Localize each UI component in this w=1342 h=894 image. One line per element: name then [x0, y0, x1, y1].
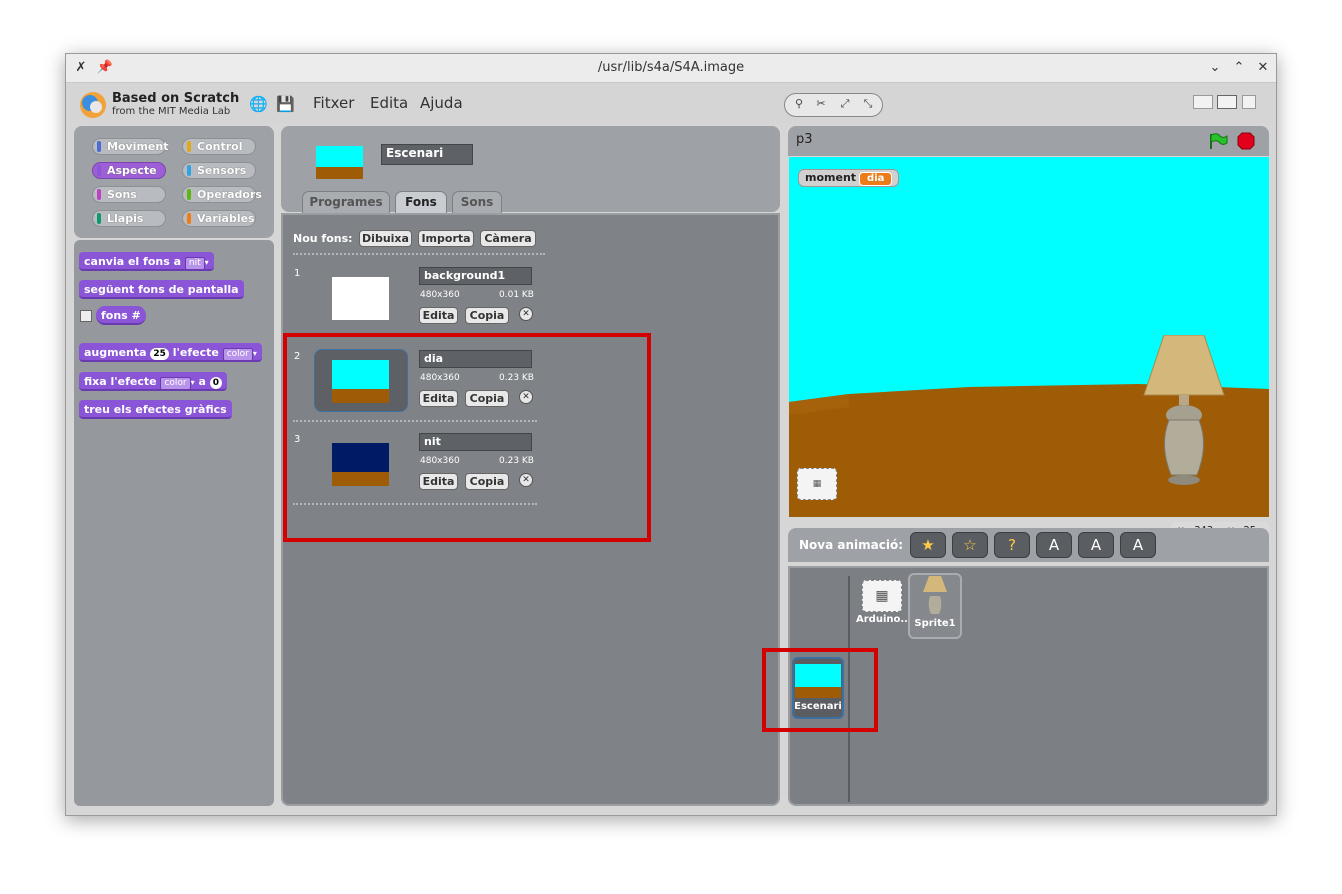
- category-looks[interactable]: Aspecte: [92, 162, 166, 179]
- background-number-checkbox[interactable]: [80, 310, 92, 322]
- sprite-tile-sprite1[interactable]: Sprite1: [908, 573, 962, 639]
- logo-title: Based on Scratch: [112, 91, 240, 106]
- block-background-number[interactable]: fons #: [96, 306, 146, 325]
- shrink-icon[interactable]: ⤡: [860, 97, 876, 113]
- s4a-window: ✗ 📌 /usr/lib/s4a/S4A.image ⌄ ⌃ ✕ Based o…: [65, 53, 1277, 816]
- new-sprite-label: Nova animació:: [799, 538, 904, 552]
- stop-icon[interactable]: [1237, 132, 1255, 150]
- save-icon[interactable]: 💾: [276, 95, 295, 113]
- arduino-sprite-icon[interactable]: ▦: [797, 468, 837, 500]
- presentation-icon[interactable]: [1242, 95, 1256, 109]
- block-clear-effects[interactable]: treu els efectes gràfics: [79, 400, 232, 419]
- paint-sprite-icon[interactable]: ★: [910, 532, 946, 558]
- variable-watcher[interactable]: moment dia: [798, 169, 900, 187]
- small-stage-icon[interactable]: [1193, 95, 1213, 109]
- costume-kb: 0.01 KB: [499, 290, 534, 300]
- category-panel: Moviment Control Aspecte Sensors Sons Op…: [74, 126, 274, 238]
- edit-mode-toolbar: ⚲ ✂ ⤢ ⤡: [784, 93, 883, 117]
- arduino-folder-icon[interactable]: A: [1120, 532, 1156, 558]
- category-pen[interactable]: Llapis: [92, 210, 166, 227]
- logo-subtitle: from the MIT Media Lab: [112, 106, 231, 117]
- object-thumbnail: [316, 146, 363, 179]
- stage-header: p3: [788, 126, 1269, 156]
- sprite-tile-arduino[interactable]: ▦ Arduino...: [856, 574, 912, 638]
- new-background-label: Nou fons:: [293, 232, 353, 245]
- window-title: /usr/lib/s4a/S4A.image: [597, 60, 745, 75]
- title-bar: ✗ 📌 /usr/lib/s4a/S4A.image ⌄ ⌃ ✕: [66, 54, 1276, 83]
- menu-help[interactable]: Ajuda: [420, 94, 463, 112]
- edit-button[interactable]: Edita: [419, 307, 458, 324]
- object-name-field[interactable]: Escenari: [381, 144, 473, 165]
- stage[interactable]: moment dia ▦: [789, 157, 1269, 517]
- choose-sprite-icon[interactable]: ☆: [952, 532, 988, 558]
- arduino-edit-icon[interactable]: A: [1078, 532, 1114, 558]
- close-icon[interactable]: ✕: [1254, 59, 1272, 77]
- random-sprite-icon[interactable]: ?: [994, 532, 1030, 558]
- category-operators[interactable]: Operadors: [182, 186, 262, 203]
- camera-button[interactable]: Càmera: [480, 230, 536, 247]
- green-flag-icon[interactable]: [1208, 132, 1228, 150]
- category-control[interactable]: Control: [182, 138, 256, 155]
- category-variables[interactable]: Variables: [182, 210, 256, 227]
- block-palette: canvia el fons a nit ▾ següent fons de pa…: [74, 240, 274, 806]
- arduino-board-icon[interactable]: A: [1036, 532, 1072, 558]
- globe-icon[interactable]: 🌐: [249, 95, 268, 113]
- duplicate-icon[interactable]: ⚲: [791, 97, 807, 113]
- lamp-icon: [923, 576, 947, 614]
- arduino-icon: ▦: [862, 580, 902, 612]
- s4a-logo-icon: [80, 92, 106, 118]
- copy-button[interactable]: Copia: [465, 307, 509, 324]
- block-change-effect[interactable]: augmenta 25 l'efecte color ▾: [79, 343, 262, 362]
- delete-icon[interactable]: ✕: [519, 307, 533, 321]
- tab-scripts[interactable]: Programes: [302, 191, 390, 213]
- cut-icon[interactable]: ✂: [813, 97, 829, 113]
- new-sprite-bar: Nova animació: ★ ☆ ? A A A: [788, 528, 1269, 562]
- costume-name-field[interactable]: background1: [419, 267, 532, 285]
- highlight-box: [762, 648, 878, 732]
- grow-icon[interactable]: ⤢: [837, 97, 853, 113]
- minimize-icon[interactable]: ⌄: [1206, 59, 1224, 77]
- block-set-effect[interactable]: fixa l'efecte color ▾ a 0: [79, 372, 228, 391]
- normal-stage-icon[interactable]: [1217, 95, 1237, 109]
- block-switch-background[interactable]: canvia el fons a nit ▾: [79, 252, 214, 271]
- maximize-icon[interactable]: ⌃: [1230, 59, 1248, 77]
- project-name: p3: [796, 132, 813, 147]
- category-sound[interactable]: Sons: [92, 186, 166, 203]
- costume-size: 480x360: [420, 290, 460, 300]
- tab-sounds[interactable]: Sons: [452, 191, 502, 213]
- divider: [293, 253, 545, 255]
- menu-edit[interactable]: Edita: [370, 94, 408, 112]
- block-next-background[interactable]: següent fons de pantalla: [79, 280, 244, 299]
- highlight-box: [283, 333, 651, 542]
- tab-backgrounds[interactable]: Fons: [395, 191, 447, 213]
- category-motion[interactable]: Moviment: [92, 138, 168, 155]
- import-button[interactable]: Importa: [418, 230, 474, 247]
- paint-button[interactable]: Dibuixa: [359, 230, 412, 247]
- costume-thumbnail-background1[interactable]: [332, 277, 389, 320]
- lamp-sprite[interactable]: [1139, 335, 1229, 487]
- category-sensing[interactable]: Sensors: [182, 162, 256, 179]
- menu-file[interactable]: Fitxer: [313, 94, 354, 112]
- costume-number: 1: [294, 268, 301, 279]
- menu-bar: Based on Scratch from the MIT Media Lab …: [66, 83, 1276, 123]
